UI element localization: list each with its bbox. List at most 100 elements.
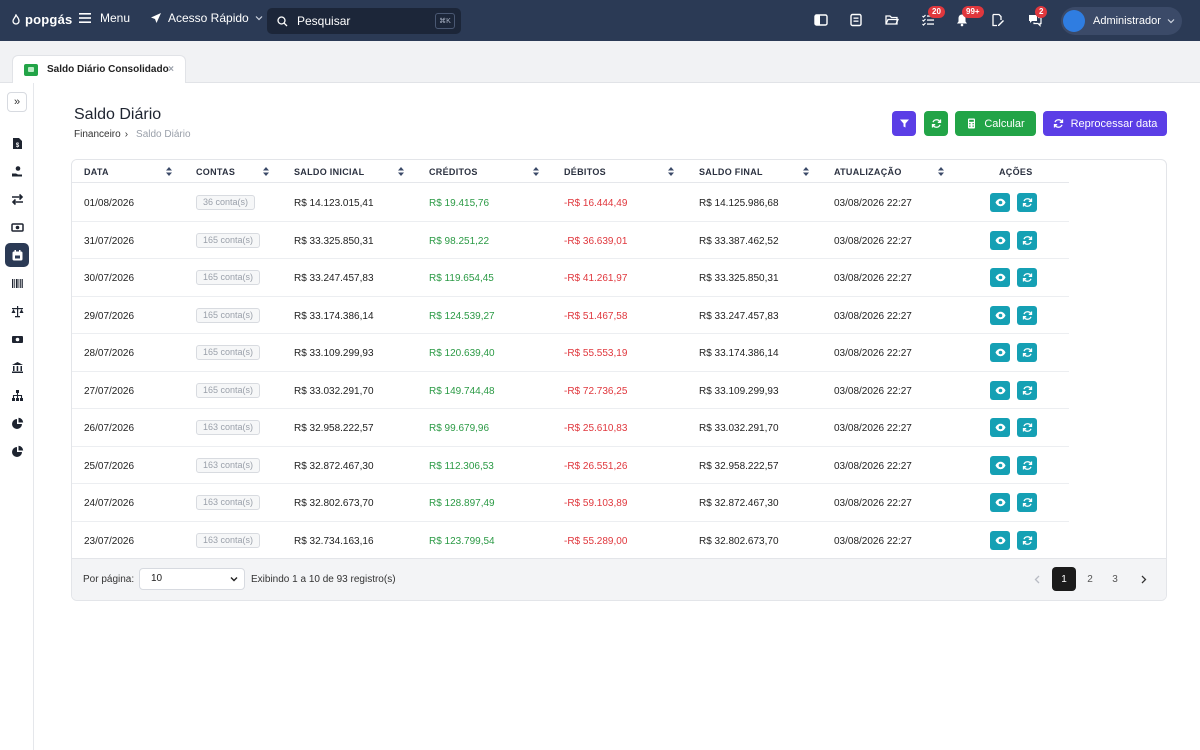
- view-button[interactable]: [990, 305, 1010, 325]
- expand-sidebar-button[interactable]: »: [7, 92, 27, 112]
- sort-icon[interactable]: [668, 166, 674, 177]
- cell-creditos: R$ 120.639,40: [429, 348, 495, 359]
- sort-icon[interactable]: [263, 166, 269, 177]
- quick-access-label: Acesso Rápido: [168, 11, 249, 25]
- reprocess-row-button[interactable]: [1017, 193, 1037, 212]
- accounts-badge: 165 conta(s): [196, 382, 261, 398]
- view-button[interactable]: [990, 493, 1010, 512]
- quick-access-button[interactable]: Acesso Rápido: [150, 11, 263, 25]
- view-button[interactable]: [990, 343, 1010, 362]
- flame-icon: [12, 13, 20, 25]
- sort-icon[interactable]: [398, 166, 404, 177]
- tab-saldo-diario-consolidado[interactable]: Saldo Diário Consolidado ×: [12, 55, 186, 83]
- cell-saldo-final: R$ 14.125.986,68: [699, 198, 779, 209]
- app-logo[interactable]: popgás: [10, 12, 72, 27]
- column-header-saldo-inicial[interactable]: SALDO INICIAL: [294, 167, 364, 177]
- file-dollar-icon[interactable]: $: [5, 131, 29, 155]
- edit-document-icon[interactable]: [991, 13, 1005, 27]
- document-list-icon[interactable]: [849, 13, 863, 27]
- cell-data: 27/07/2026: [84, 385, 135, 397]
- per-page-value: 10: [151, 573, 163, 584]
- cell-debitos: -R$ 51.467,58: [564, 310, 628, 322]
- accounts-badge: 163 conta(s): [196, 420, 261, 435]
- close-icon[interactable]: ×: [168, 64, 174, 75]
- tasks-icon[interactable]: 20: [921, 6, 945, 27]
- view-button[interactable]: [990, 455, 1010, 475]
- accounts-badge: 163 conta(s): [196, 495, 261, 510]
- hand-coin-icon[interactable]: [5, 159, 29, 183]
- previous-page-button[interactable]: [1025, 567, 1049, 591]
- barcode-icon[interactable]: [5, 271, 29, 295]
- reprocess-row-button[interactable]: [1017, 493, 1037, 512]
- chevron-down-icon: [1167, 19, 1175, 24]
- pie-chart-icon[interactable]: [5, 411, 29, 435]
- view-button[interactable]: [990, 530, 1010, 550]
- transfer-arrows-icon[interactable]: [5, 187, 29, 211]
- reprocess-row-button[interactable]: [1017, 380, 1037, 400]
- breadcrumb-parent[interactable]: Financeiro: [74, 129, 121, 140]
- menu-button[interactable]: Menu: [79, 11, 130, 25]
- view-button[interactable]: [990, 268, 1010, 287]
- folder-open-icon[interactable]: [885, 13, 899, 27]
- user-menu[interactable]: Administrador: [1061, 7, 1182, 35]
- reprocess-date-button[interactable]: Reprocessar data: [1043, 111, 1167, 136]
- sync-icon: [1022, 235, 1033, 246]
- view-button[interactable]: [990, 418, 1010, 437]
- messages-badge: 2: [1035, 6, 1048, 18]
- next-page-button[interactable]: [1131, 567, 1155, 591]
- column-header-contas[interactable]: CONTAS: [196, 167, 235, 177]
- hierarchy-icon[interactable]: [5, 383, 29, 407]
- search-input[interactable]: Pesquisar ⌘K: [267, 8, 461, 34]
- refresh-button[interactable]: [924, 111, 948, 136]
- page-button-1[interactable]: 1: [1052, 567, 1076, 591]
- table-row: 01/08/2026 36 conta(s) R$ 14.123.015,41 R$ …: [72, 184, 1069, 222]
- search-shortcut: ⌘K: [435, 13, 455, 29]
- calendar-icon[interactable]: [5, 243, 29, 267]
- bell-icon[interactable]: 99+: [955, 6, 984, 27]
- reprocess-row-button[interactable]: [1017, 530, 1037, 550]
- column-header-creditos[interactable]: CRÉDITOS: [429, 167, 478, 177]
- reprocess-row-button[interactable]: [1017, 455, 1037, 475]
- column-header-debitos[interactable]: DÉBITOS: [564, 167, 606, 177]
- page-button-3[interactable]: 3: [1103, 567, 1127, 591]
- table-row: 24/07/2026 163 conta(s) R$ 32.802.673,70 R$…: [72, 484, 1069, 522]
- filter-button[interactable]: [892, 111, 916, 136]
- scale-icon[interactable]: [5, 299, 29, 323]
- sort-icon[interactable]: [533, 166, 539, 177]
- cell-data: 30/07/2026: [84, 273, 135, 284]
- tab-label: Saldo Diário Consolidado: [47, 64, 169, 75]
- cash-icon[interactable]: [5, 327, 29, 351]
- calculate-button[interactable]: Calcular: [955, 111, 1036, 136]
- column-header-atualizacao[interactable]: ATUALIZAÇÃO: [834, 167, 902, 177]
- column-header-data[interactable]: DATA: [84, 167, 109, 177]
- bank-icon[interactable]: [5, 355, 29, 379]
- cell-saldo-final: R$ 33.174.386,14: [699, 348, 779, 359]
- panel-icon[interactable]: [814, 13, 828, 27]
- sort-icon[interactable]: [803, 166, 809, 177]
- reprocess-row-button[interactable]: [1017, 268, 1037, 287]
- reprocess-row-button[interactable]: [1017, 418, 1037, 437]
- money-exchange-icon[interactable]: [5, 215, 29, 239]
- column-header-saldo-final[interactable]: SALDO FINAL: [699, 167, 763, 177]
- cell-saldo-final: R$ 32.802.673,70: [699, 535, 779, 547]
- cell-creditos: R$ 98.251,22: [429, 235, 490, 247]
- sync-icon: [1022, 197, 1033, 208]
- reprocess-row-button[interactable]: [1017, 230, 1037, 250]
- cell-saldo-inicial: R$ 32.872.467,30: [294, 460, 374, 472]
- sort-icon[interactable]: [166, 166, 172, 177]
- accounts-badge: 165 conta(s): [196, 307, 261, 323]
- cell-saldo-final: R$ 33.032.291,70: [699, 423, 779, 434]
- reprocess-row-button[interactable]: [1017, 343, 1037, 362]
- cell-saldo-final: R$ 32.958.222,57: [699, 460, 779, 472]
- page-button-2[interactable]: 2: [1078, 567, 1102, 591]
- cell-data: 01/08/2026: [84, 198, 135, 209]
- cell-saldo-inicial: R$ 32.958.222,57: [294, 423, 374, 434]
- view-button[interactable]: [990, 230, 1010, 250]
- reprocess-row-button[interactable]: [1017, 305, 1037, 325]
- sort-icon[interactable]: [938, 166, 944, 177]
- view-button[interactable]: [990, 380, 1010, 400]
- per-page-select[interactable]: 10: [139, 568, 245, 590]
- pie-chart-alt-icon[interactable]: [5, 439, 29, 463]
- chat-icon[interactable]: 2: [1028, 6, 1048, 27]
- view-button[interactable]: [990, 193, 1010, 212]
